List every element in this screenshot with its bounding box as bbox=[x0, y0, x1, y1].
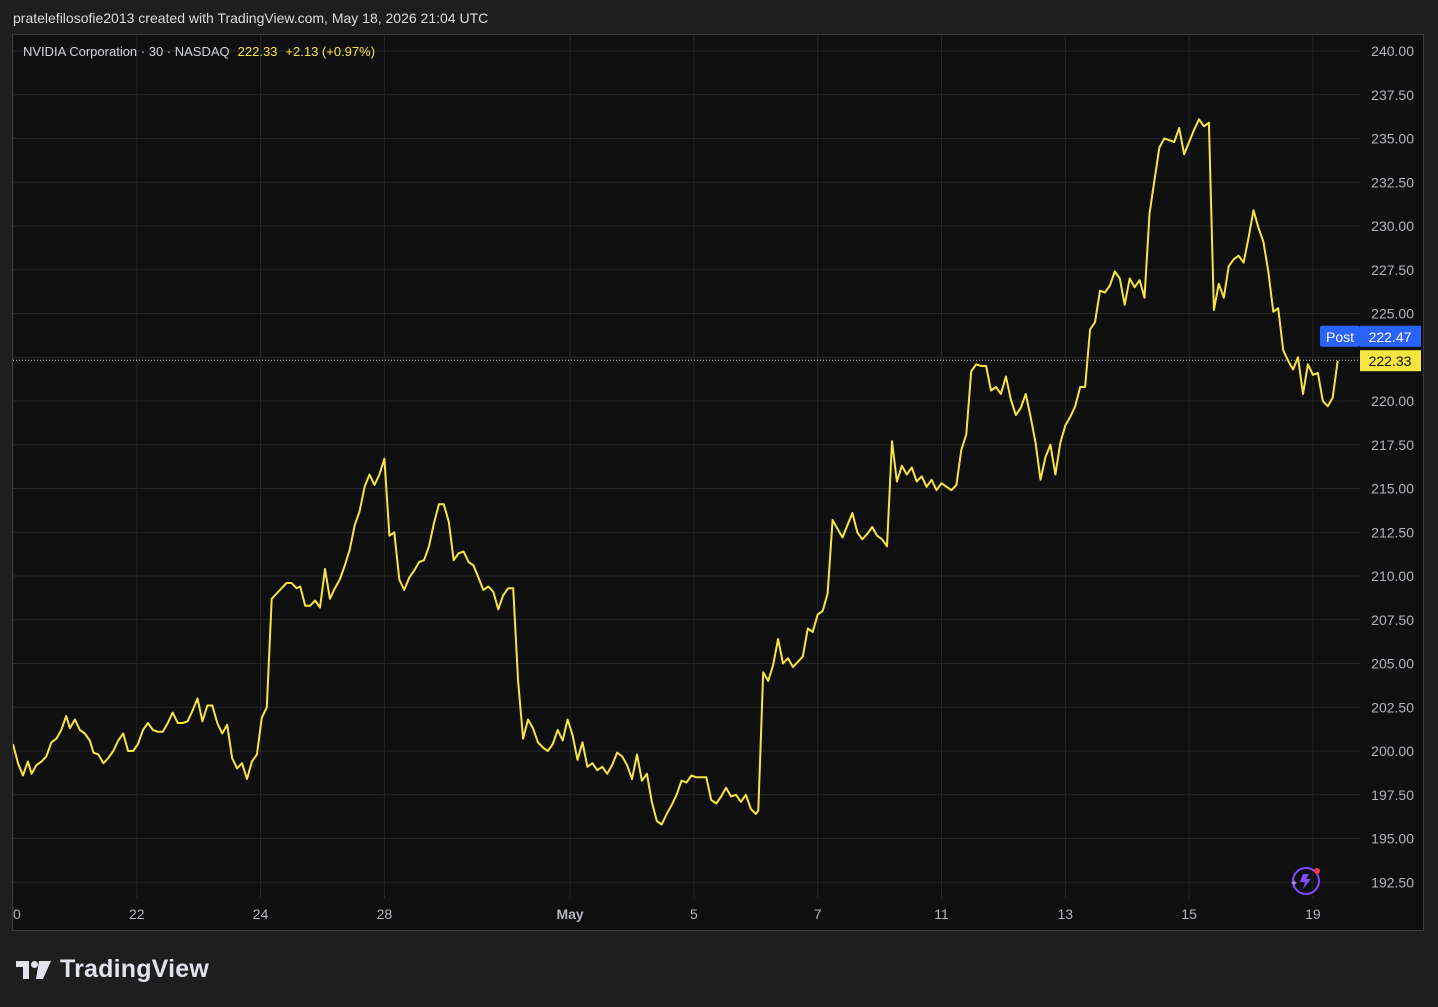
post-price-badge: Post 222.47 bbox=[1320, 325, 1421, 347]
y-tick-label: 240.00 bbox=[1371, 43, 1414, 59]
notification-dot-icon bbox=[1314, 868, 1320, 874]
legend[interactable]: NVIDIA Corporation · 30 · NASDAQ 222.33 … bbox=[23, 44, 375, 59]
y-tick-label: 225.00 bbox=[1371, 306, 1414, 322]
x-tick-label: 28 bbox=[377, 906, 393, 922]
lightning-icon bbox=[1300, 874, 1311, 889]
y-tick-label: 230.00 bbox=[1371, 218, 1414, 234]
y-tick-label: 237.50 bbox=[1371, 87, 1414, 103]
y-tick-label: 232.50 bbox=[1371, 174, 1414, 190]
legend-symbol: NVIDIA Corporation · 30 · NASDAQ bbox=[23, 44, 230, 59]
post-value: 222.47 bbox=[1369, 329, 1412, 345]
y-tick-label: 217.50 bbox=[1371, 437, 1414, 453]
y-tick-label: 200.00 bbox=[1371, 743, 1414, 759]
y-tick-label: 210.00 bbox=[1371, 568, 1414, 584]
y-tick-label: 197.50 bbox=[1371, 787, 1414, 803]
last-value: 222.33 bbox=[1369, 353, 1412, 369]
x-tick-label: 11 bbox=[934, 906, 949, 922]
x-tick-label: 20 bbox=[5, 906, 21, 922]
quick-action-icon[interactable] bbox=[1291, 867, 1320, 895]
last-price-badge: 222.33 bbox=[1360, 350, 1421, 372]
chart-svg[interactable]: 192.50 195.00 197.50 200.00 202.50 205.00 207.… bbox=[0, 0, 1438, 1007]
page: pratelefilosofie2013 created with Tradin… bbox=[0, 0, 1438, 1007]
grid bbox=[13, 35, 1360, 898]
x-tick-label: 5 bbox=[690, 906, 698, 922]
tradingview-logo[interactable]: TradingView bbox=[16, 955, 209, 984]
y-tick-label: 215.00 bbox=[1371, 481, 1414, 497]
x-tick-label: 13 bbox=[1058, 906, 1074, 922]
x-tick-label: May bbox=[556, 906, 583, 922]
post-label: Post bbox=[1326, 329, 1354, 345]
y-tick-label: 192.50 bbox=[1371, 874, 1414, 890]
y-tick-label: 195.00 bbox=[1371, 831, 1414, 847]
y-tick-label: 212.50 bbox=[1371, 524, 1414, 540]
y-axis[interactable]: 192.50 195.00 197.50 200.00 202.50 205.00 207.… bbox=[1371, 43, 1414, 890]
y-tick-label: 235.00 bbox=[1371, 131, 1414, 147]
x-tick-label: 19 bbox=[1305, 906, 1321, 922]
legend-price: 222.33 bbox=[237, 44, 278, 59]
sparkle-icon bbox=[1291, 880, 1297, 886]
y-tick-label: 227.50 bbox=[1371, 262, 1414, 278]
price-line[interactable] bbox=[13, 118, 1339, 826]
x-tick-label: 24 bbox=[253, 906, 269, 922]
x-tick-label: 22 bbox=[129, 906, 145, 922]
tv-logo-icon bbox=[16, 960, 51, 979]
y-tick-label: 202.50 bbox=[1371, 699, 1414, 715]
y-tick-label: 205.00 bbox=[1371, 656, 1414, 672]
y-tick-label: 207.50 bbox=[1371, 612, 1414, 628]
x-tick-label: 15 bbox=[1181, 906, 1197, 922]
y-tick-label: 220.00 bbox=[1371, 393, 1414, 409]
x-tick-label: 7 bbox=[814, 906, 822, 922]
legend-change: +2.13 (+0.97%) bbox=[285, 44, 376, 59]
x-axis[interactable]: 20 22 24 28 May 5 7 11 13 15 19 bbox=[5, 906, 1321, 922]
brand-name: TradingView bbox=[60, 955, 210, 983]
